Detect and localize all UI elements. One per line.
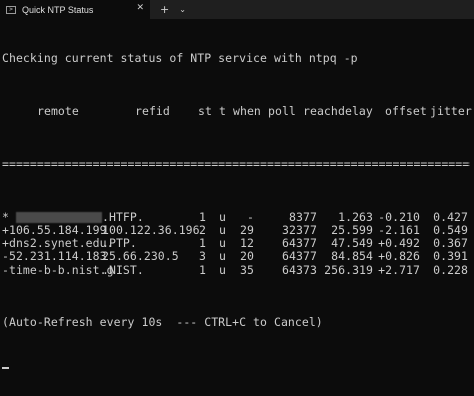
header-delay: delay [338,104,373,119]
peer-st: 3 [199,249,206,264]
cursor [2,367,9,370]
header-offset: offset [385,104,427,119]
peer-remote: -time-b-b.nist.g [2,262,114,277]
peer-st: 1 [199,262,206,277]
peer-when: 20 [240,249,254,264]
table-header: remote refid st t when poll reach delay … [2,104,472,119]
peer-offset: +2.717 [378,262,420,277]
title-bar: > Quick NTP Status ✕ + ⌄ [0,0,474,19]
peer-row: * .HTFP. 1 u -8 377 1.263 -0.210 0.427 [2,210,470,224]
peer-refid: 25.66.230.5 [102,249,179,264]
peer-t: u [219,262,226,277]
redacted-hostname [16,211,102,223]
terminal-window: > Quick NTP Status ✕ + ⌄ Checking curren… [0,0,474,370]
peer-row: -52.231.114.183 25.66.230.5 3 u 20 64 377 84.85… [2,250,470,263]
header-when: when [233,104,261,119]
peer-jitter: 0.391 [433,249,468,264]
new-tab-button[interactable]: + [160,3,169,16]
peer-t: u [219,249,226,264]
peer-delay: 84.854 [331,249,373,264]
refresh-notice: (Auto-Refresh every 10s --- CTRL+C to Ca… [2,315,323,330]
header-t: t [219,104,226,119]
header-poll: poll [268,104,296,119]
terminal-icon: > [6,5,16,14]
chevron-down-icon[interactable]: ⌄ [179,5,186,14]
header-jitter: jitter [430,104,472,119]
close-icon[interactable]: ✕ [136,3,144,13]
prompt-line [2,356,470,370]
peer-offset: +0.826 [378,249,420,264]
peer-poll: 64 [282,249,296,264]
header-remote: remote [37,104,79,119]
terminal-output[interactable]: Checking current status of NTP service w… [2,26,472,370]
tab-quick-ntp-status[interactable]: > Quick NTP Status ✕ [0,0,150,19]
command-line: Checking current status of NTP service w… [2,51,358,66]
peer-reach: 373 [296,262,317,277]
peer-poll: 64 [282,262,296,277]
header-refid: refid [135,104,170,119]
peer-row: -time-b-b.nist.g .NIST. 1 u 35 64 373 256.319 +2… [2,262,470,277]
header-st: st [198,104,212,119]
peer-jitter: 0.228 [433,262,468,277]
peer-refid: .NIST. [102,262,144,277]
tab-title: Quick NTP Status [22,4,94,15]
peer-delay: 256.319 [324,262,373,277]
peer-remote: -52.231.114.183 [2,249,107,264]
header-reach: reach [303,104,338,119]
peer-reach: 377 [296,249,317,264]
peer-when: 35 [240,262,254,277]
separator-line: ========================================… [2,158,470,171]
